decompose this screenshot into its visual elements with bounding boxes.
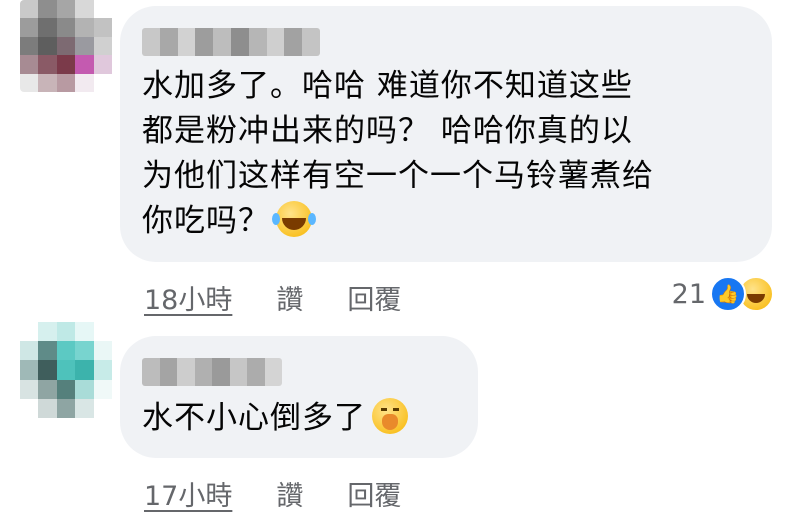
timestamp-link[interactable]: 17小時 xyxy=(144,474,232,513)
comment-actions: 18小時 讚 回覆 xyxy=(144,278,401,317)
like-button[interactable]: 讚 xyxy=(276,278,303,317)
reply-button[interactable]: 回覆 xyxy=(347,474,401,513)
commenter-name[interactable] xyxy=(142,358,282,386)
comment-line: 水加多了。哈哈 难道你不知道这些 xyxy=(142,68,633,104)
reply-button[interactable]: 回覆 xyxy=(347,278,401,317)
avatar[interactable] xyxy=(20,0,112,92)
like-icon: 👍 xyxy=(710,276,746,312)
comment-line: 为他们这样有空一个一个马铃薯煮给 xyxy=(142,158,654,194)
face-with-tears-of-joy-icon xyxy=(272,201,312,237)
comment-text: 水加多了。哈哈 难道你不知道这些 都是粉冲出来的吗？ 哈哈你真的以 为他们这样有… xyxy=(142,64,762,244)
commenter-name[interactable] xyxy=(142,28,320,56)
face-with-hand-over-mouth-icon xyxy=(372,398,408,434)
reaction-summary[interactable]: 21 👍 xyxy=(672,276,774,312)
comment-bubble: 水加多了。哈哈 难道你不知道这些 都是粉冲出来的吗？ 哈哈你真的以 为他们这样有… xyxy=(120,6,772,262)
comment-bubble: 水不小心倒多了 xyxy=(120,336,478,458)
comment-line: 都是粉冲出来的吗？ 哈哈你真的以 xyxy=(142,113,633,149)
comment-line: 你吃吗？ xyxy=(142,199,762,244)
like-button[interactable]: 讚 xyxy=(276,474,303,513)
reaction-count: 21 xyxy=(671,278,706,310)
comment-actions: 17小時 讚 回覆 xyxy=(144,474,401,513)
avatar[interactable] xyxy=(20,322,112,418)
comment-text: 水不小心倒多了 xyxy=(142,396,472,441)
timestamp-link[interactable]: 18小時 xyxy=(144,278,232,317)
